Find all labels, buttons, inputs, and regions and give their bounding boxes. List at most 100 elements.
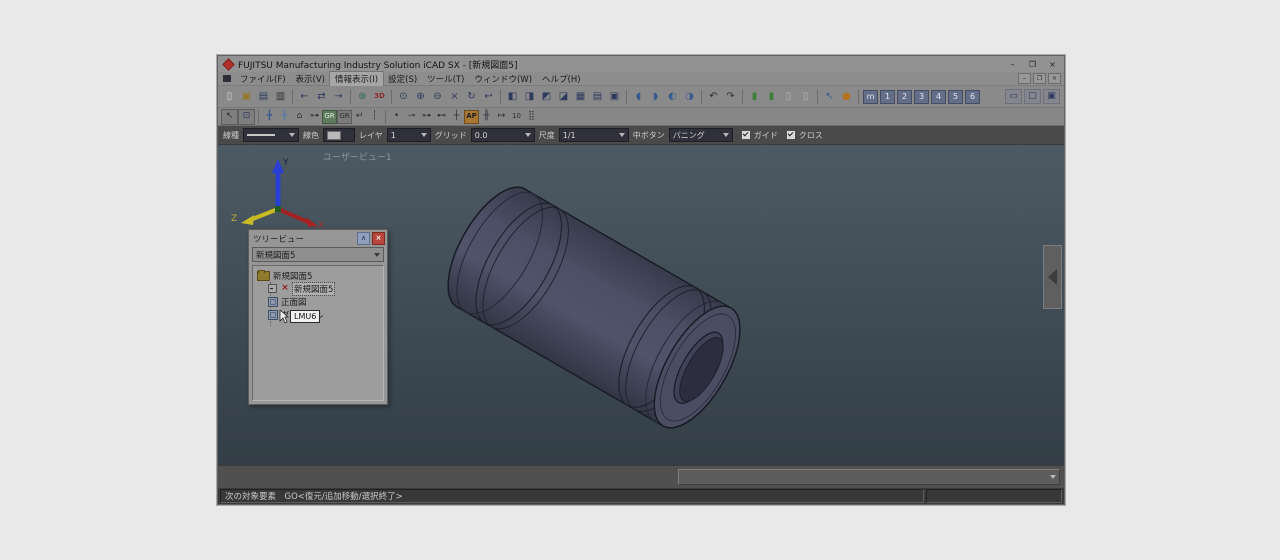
level-4-button[interactable]: 4 [931,90,946,104]
open-file-button[interactable]: ▣ [238,89,255,105]
part-inactive-1-button[interactable]: ▯ [780,89,797,105]
link-button[interactable]: ⊶ [307,110,322,124]
point-button[interactable]: • [389,110,404,124]
solid-tool-2-button[interactable]: ◗ [647,89,664,105]
copy-part-button[interactable]: ╋ [277,110,292,124]
menu-window[interactable]: ウィンドウ(W) [469,72,537,86]
auto-point-button[interactable]: AP [464,110,479,124]
direct-pick-button[interactable]: ↖ [821,89,838,105]
scale-select[interactable]: 1/1 [559,128,629,142]
view-isometric-button[interactable]: ◧ [504,89,521,105]
solid-tool-1-button[interactable]: ◖ [630,89,647,105]
point-intersection-button[interactable]: ┼ [449,110,464,124]
menu-help[interactable]: ヘルプ(H) [537,72,586,86]
child-restore-button[interactable]: ❐ [1033,73,1046,84]
solid-tool-3-button[interactable]: ◐ [664,89,681,105]
zoom-button[interactable]: ⊙ [395,89,412,105]
zoom-in-button[interactable]: ⊕ [412,89,429,105]
document-window-icon[interactable] [223,75,231,82]
3d-viewport[interactable]: ユーザービュー1 Y X Z [218,145,1064,465]
grid-select[interactable]: 0.0 [471,128,535,142]
cross-checkbox[interactable] [786,130,796,140]
rollup-button[interactable]: ∧ [357,232,370,245]
redraw-button[interactable]: ↻ [463,89,480,105]
window-focus-button[interactable]: ▣ [1043,89,1060,104]
panel-collapse-button[interactable] [1043,245,1062,309]
child-close-button[interactable]: × [1048,73,1061,84]
convert-2d3d-button[interactable]: 3D [371,89,388,105]
line-type-select[interactable] [243,128,299,142]
menu-tools[interactable]: ツール(T) [422,72,469,86]
grid-dots-button[interactable]: ⣿ [524,110,539,124]
save-button[interactable]: ▤ [255,89,272,105]
tree-close-button[interactable]: × [372,232,385,245]
menu-settings[interactable]: 設定(S) [383,72,422,86]
undo-button[interactable]: ↶ [705,89,722,105]
view-wireframe-button[interactable]: ▦ [572,89,589,105]
forward-button[interactable]: → [330,89,347,105]
back-button[interactable]: ← [296,89,313,105]
tree-item-front-view[interactable]: 正面図 [255,295,381,308]
path-branch-button[interactable]: ⇄ [313,89,330,105]
part-inactive-2-button[interactable]: ▯ [797,89,814,105]
select-range-button[interactable]: ⊡ [238,109,255,125]
toolbar-button-icon: ▤ [593,92,602,102]
view-top-button[interactable]: ◪ [555,89,572,105]
3d-model-bushing[interactable] [413,160,803,465]
menu-file[interactable]: ファイル(F) [235,72,291,86]
part-active-2-button[interactable]: ▮ [763,89,780,105]
middle-button-select[interactable]: パニング [669,128,733,142]
child-minimize-button[interactable]: – [1018,73,1031,84]
polygon-button[interactable]: ⌂ [292,110,307,124]
window-maximize-button[interactable]: ▢ [1024,89,1041,104]
point-offset-button[interactable]: ↦ [494,110,509,124]
tree-item-root[interactable]: 新規図面5 [255,269,381,282]
zoom-out-button[interactable]: ⊖ [429,89,446,105]
view-points-button[interactable]: ▣ [606,89,623,105]
return-element-button[interactable]: ↵ [352,110,367,124]
close-button[interactable]: × [1044,59,1061,70]
tree-item-model[interactable]: × 新規図面5 [255,282,381,295]
zoom-cancel-button[interactable]: × [446,89,463,105]
environment-button[interactable]: ⊕ [354,89,371,105]
collapse-expander-icon[interactable] [268,284,277,293]
assembly-button[interactable]: ● [838,89,855,105]
menu-view[interactable]: 表示(V) [291,72,330,86]
minimize-button[interactable]: – [1004,59,1021,70]
move-part-button[interactable]: ╋ [262,110,277,124]
layer-select[interactable]: 1 [387,128,431,142]
title-bar[interactable]: FUJITSU Manufacturing Industry Solution … [218,56,1064,72]
redo-button[interactable]: ↷ [722,89,739,105]
level-2-button[interactable]: 2 [897,90,912,104]
group-on-button[interactable]: GR [322,110,337,124]
tree-target-select[interactable]: 新規図面5 [252,247,384,262]
new-file-button[interactable]: ▯ [221,89,238,105]
print-button[interactable]: ▥ [272,89,289,105]
menu-info-display[interactable]: 情報表示(I) [330,72,383,86]
view-front-button[interactable]: ◨ [521,89,538,105]
solid-tool-4-button[interactable]: ◑ [681,89,698,105]
view-side-button[interactable]: ◩ [538,89,555,105]
level-6-button[interactable]: 6 [965,90,980,104]
node-list-button[interactable]: ┆ [367,110,382,124]
level-5-button[interactable]: 5 [948,90,963,104]
level-3-button[interactable]: 3 [914,90,929,104]
line-color-button[interactable] [323,128,355,142]
part-active-1-button[interactable]: ▮ [746,89,763,105]
view-plane-button[interactable]: ▤ [589,89,606,105]
level-1-button[interactable]: 1 [880,90,895,104]
grid-pitch-button[interactable]: 10 [509,110,524,124]
level-m-button[interactable]: m [863,90,878,104]
tree-panel-titlebar[interactable]: ツリービュー ∧ × [249,230,387,246]
point-midpoint-button[interactable]: ⊶ [419,110,434,124]
point-divide-button[interactable]: ╫ [479,110,494,124]
point-on-element-button[interactable]: ⊸ [404,110,419,124]
restore-button[interactable]: ❐ [1024,59,1041,70]
group-off-button[interactable]: GR [337,110,352,124]
select-pointer-button[interactable]: ↖ [221,109,238,125]
window-cascade-button[interactable]: ▭ [1005,89,1022,104]
guide-checkbox[interactable] [741,130,751,140]
point-endpoint-button[interactable]: ⊷ [434,110,449,124]
command-history-select[interactable] [678,469,1060,485]
zoom-previous-button[interactable]: ↩ [480,89,497,105]
